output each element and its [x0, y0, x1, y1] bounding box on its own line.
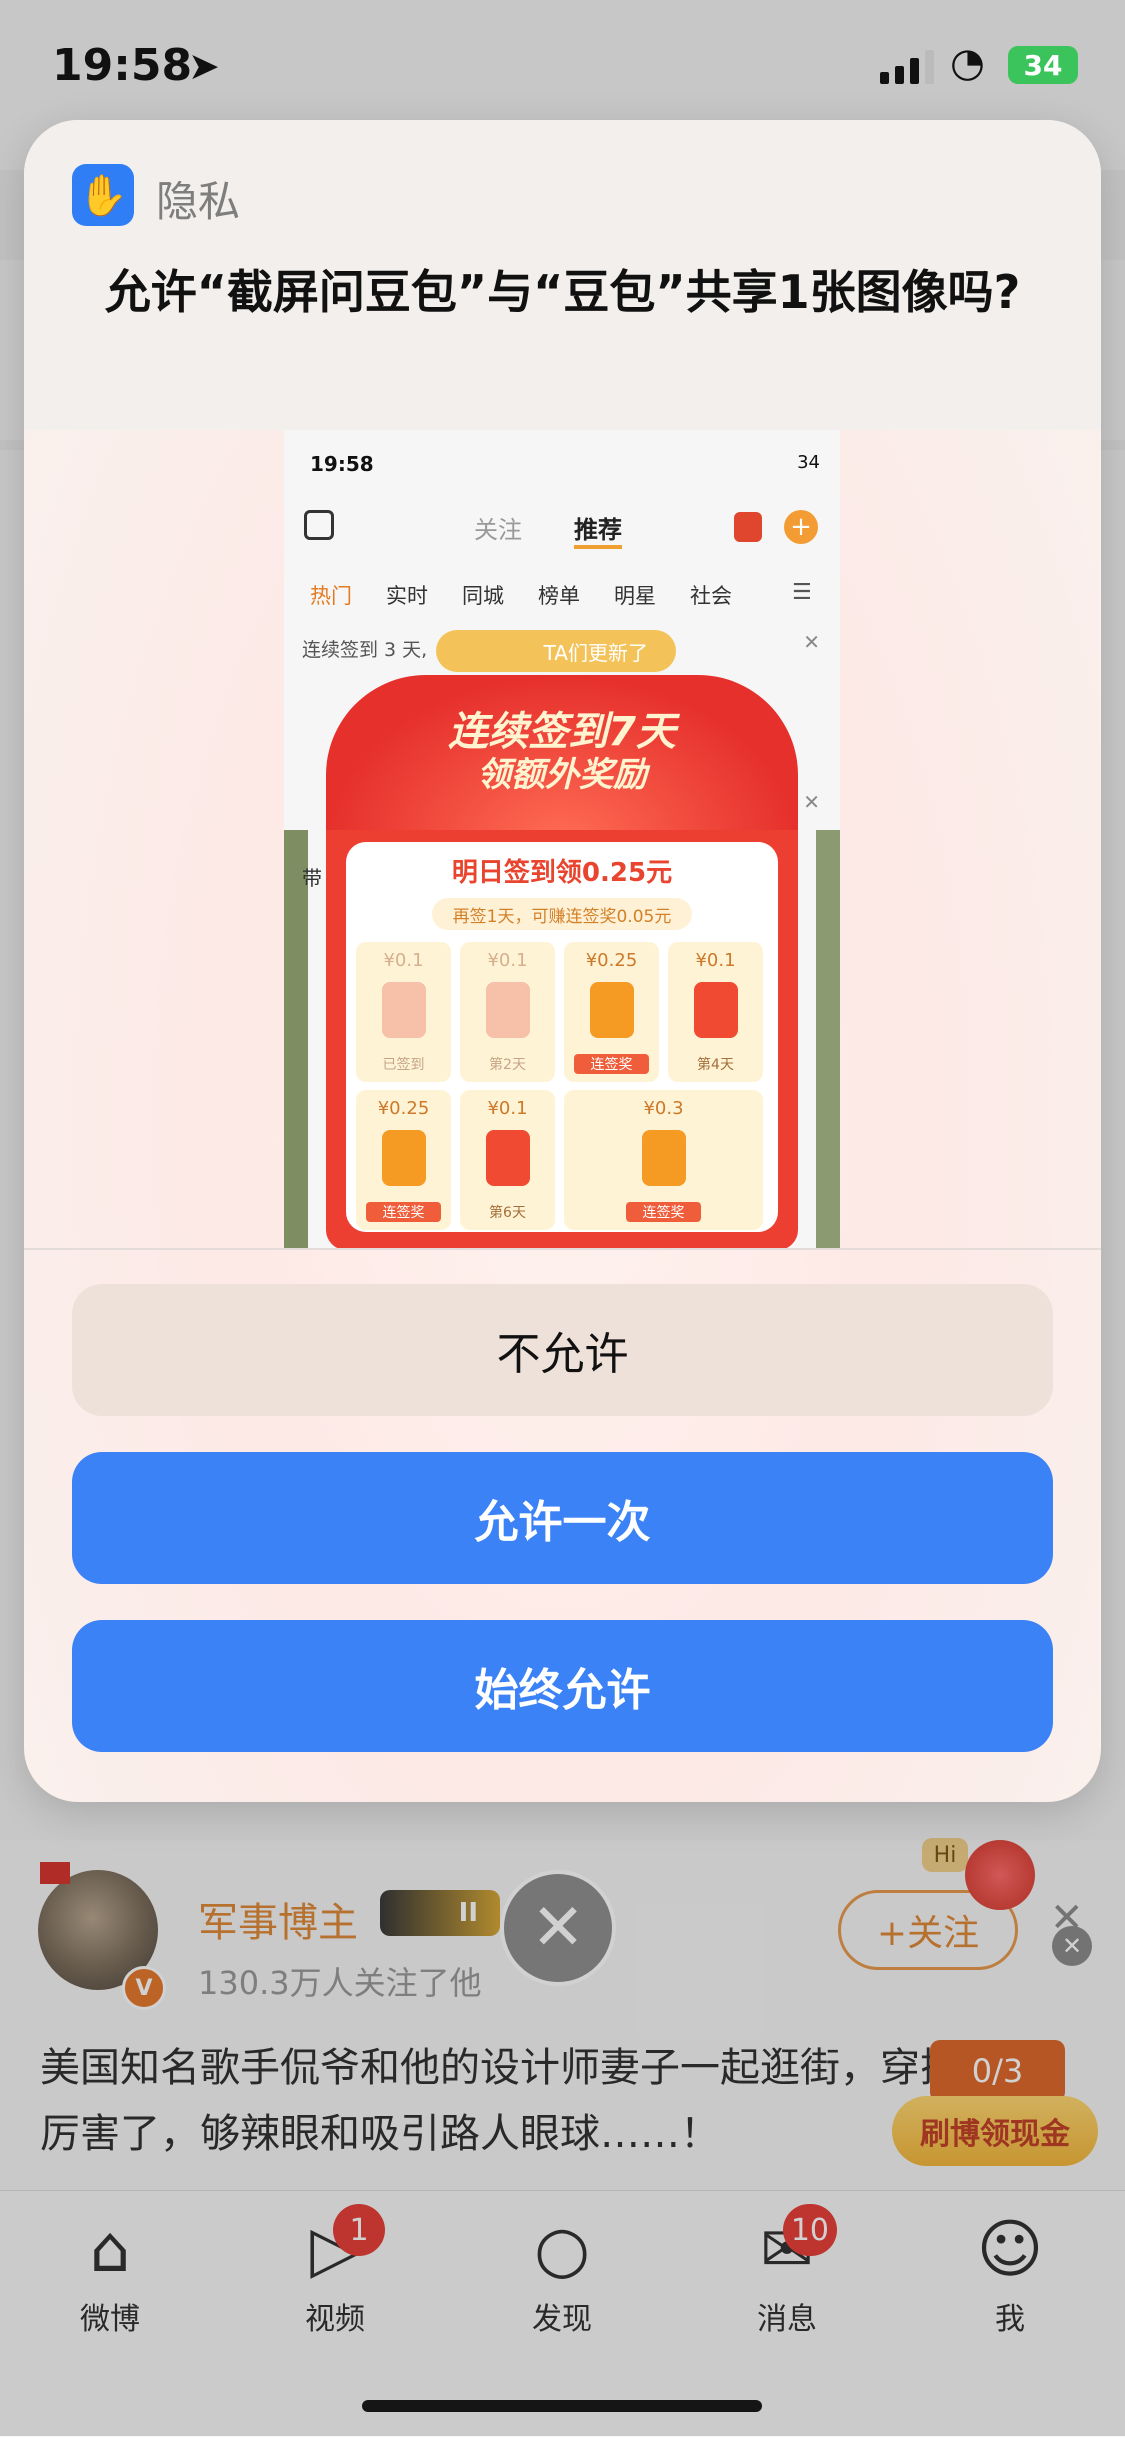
cell-amount: ¥0.25 [377, 1098, 430, 1119]
signal-icon [880, 50, 934, 84]
category: 社会 [690, 584, 732, 608]
close-icon: ✕ [803, 790, 820, 814]
deny-button[interactable]: 不允许 [72, 1284, 1053, 1416]
gold-envelope-icon [382, 1130, 426, 1186]
wifi-icon: ◔ [950, 40, 985, 86]
preview-banner-text: 连续签到 3 天, [302, 639, 428, 661]
card-title: 明日签到领0.25元 [451, 858, 673, 888]
allow-once-button[interactable]: 允许一次 [72, 1452, 1053, 1584]
gold-envelope-icon [590, 982, 634, 1038]
preview-tab-recommend: 推荐 [574, 510, 622, 549]
always-allow-button[interactable]: 始终允许 [72, 1620, 1053, 1752]
category: 同城 [462, 584, 504, 608]
preview-tab-follow: 关注 [474, 516, 522, 544]
checkin-popup-header: 连续签到7天 领额外奖励 [326, 675, 798, 845]
cell-label: 第6天 [489, 1205, 526, 1221]
popup-subtitle: 领额外奖励 [477, 755, 647, 795]
category: 实时 [386, 584, 428, 608]
screenshot-preview: 19:58 34 关注 推荐 + 热门 实时 同城 榜单 明星 社会 ☰ 连续签… [284, 430, 840, 1248]
cell-amount: ¥0.1 [487, 1098, 528, 1119]
red-envelope-icon [486, 1130, 530, 1186]
cell-label: 连签奖 [574, 1054, 649, 1074]
close-icon: ✕ [803, 630, 820, 654]
battery-icon: 34 [1008, 46, 1078, 84]
cell-amount: ¥0.1 [383, 950, 424, 971]
cell-amount: ¥0.1 [487, 950, 528, 971]
checkin-cell: ¥0.1 第6天 [460, 1090, 555, 1230]
category: 榜单 [538, 584, 580, 608]
checkin-cell: ¥0.1 已签到 [356, 942, 451, 1082]
red-packet-icon [734, 512, 762, 542]
checkin-cell-bonus: ¥0.3 连签奖 [564, 1090, 763, 1230]
checkin-cell: ¥0.1 第4天 [668, 942, 763, 1082]
cell-label: 已签到 [382, 1057, 425, 1073]
checkin-cell: ¥0.1 第2天 [460, 942, 555, 1082]
preview-categories: 热门 实时 同城 榜单 明星 社会 [310, 580, 732, 610]
category: 热门 [310, 584, 352, 608]
cell-amount: ¥0.3 [643, 1098, 684, 1119]
checkin-cell: ¥0.25 连签奖 [356, 1090, 451, 1230]
hand-icon: ✋ [72, 164, 134, 226]
red-envelope-icon [382, 982, 426, 1038]
cell-amount: ¥0.1 [695, 950, 736, 971]
menu-icon: ☰ [792, 580, 812, 605]
category: 明星 [614, 584, 656, 608]
privacy-label: 隐私 [156, 177, 241, 226]
preview-battery: 34 [797, 452, 820, 473]
red-envelope-icon [486, 982, 530, 1038]
red-envelope-icon [694, 982, 738, 1038]
card-subtitle: 再签1天，可赚连签奖0.05元 [432, 898, 692, 930]
checkin-card: 明日签到领0.25元 再签1天，可赚连签奖0.05元 ¥0.1 已签到 ¥0.1… [346, 842, 778, 1232]
preview-update-pill: TA们更新了 [436, 630, 676, 672]
preview-status-time: 19:58 [310, 452, 374, 476]
plus-icon: + [784, 510, 818, 544]
cell-label: 第4天 [697, 1057, 734, 1073]
preview-side-label: 带 [302, 866, 322, 890]
preview-divider [24, 1248, 1101, 1250]
permission-question: 允许“截屏问豆包”与“豆包”共享1张图像吗? [104, 265, 1021, 319]
checkin-popup-body: 明日签到领0.25元 再签1天，可赚连签奖0.05元 ¥0.1 已签到 ¥0.1… [326, 830, 798, 1248]
checkin-cell: ¥0.25 连签奖 [564, 942, 659, 1082]
cell-label: 连签奖 [366, 1202, 441, 1222]
cell-label: 第2天 [489, 1057, 526, 1073]
cell-label: 连签奖 [626, 1202, 701, 1222]
preview-image-right [816, 830, 840, 1248]
calendar-icon [304, 510, 334, 540]
permission-dialog: ✋ 隐私 允许“截屏问豆包”与“豆包”共享1张图像吗? 19:58 34 关注 … [24, 120, 1101, 1802]
location-arrow-icon: ➤ [188, 44, 220, 88]
preview-image-left [284, 830, 308, 1248]
gold-envelope-icon [642, 1130, 686, 1186]
status-time: 19:58 [52, 40, 193, 91]
cell-amount: ¥0.25 [585, 950, 638, 971]
